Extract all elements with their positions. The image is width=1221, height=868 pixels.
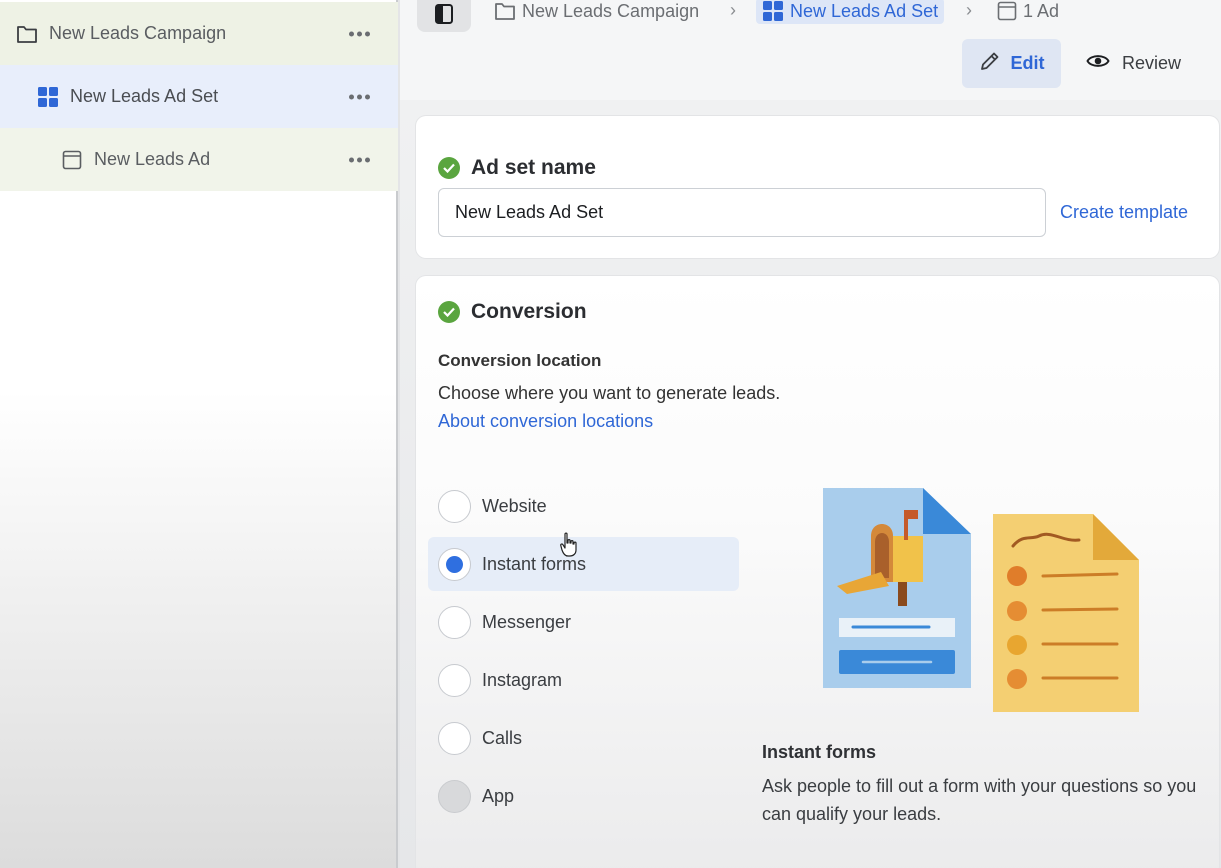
option-info-title: Instant forms xyxy=(762,742,877,762)
radio-button[interactable] xyxy=(438,779,471,813)
ad-icon xyxy=(61,149,83,171)
sidebar-item-ad[interactable]: New Leads Ad xyxy=(0,128,398,191)
edit-label: Edit xyxy=(1010,53,1045,73)
more-options-icon[interactable] xyxy=(349,94,370,99)
chevron-right-icon: › xyxy=(966,0,972,20)
more-options-icon[interactable] xyxy=(349,31,370,36)
edit-button[interactable]: Edit xyxy=(962,39,1061,88)
breadcrumb-adset[interactable]: New Leads Ad Set xyxy=(756,0,945,24)
radio-button[interactable] xyxy=(438,721,471,755)
sidebar-item-adset[interactable]: New Leads Ad Set xyxy=(0,65,398,128)
about-conversion-locations-link[interactable]: About conversion locations xyxy=(438,411,653,432)
sidebar-item-label: New Leads Ad Set xyxy=(70,86,219,106)
radio-button[interactable] xyxy=(438,547,471,581)
more-options-icon[interactable] xyxy=(349,157,370,162)
card-title: Conversion xyxy=(438,300,587,324)
folder-icon xyxy=(16,23,38,45)
panel-toggle-button[interactable] xyxy=(417,0,471,32)
breadcrumb-label: New Leads Ad Set xyxy=(790,0,939,21)
radio-button[interactable] xyxy=(438,663,471,697)
breadcrumb-campaign[interactable]: New Leads Campaign xyxy=(494,0,699,22)
chevron-right-icon: › xyxy=(730,0,736,20)
pencil-icon xyxy=(979,50,1001,77)
radio-option-messenger[interactable]: Messenger xyxy=(428,595,739,649)
option-info-description: Ask people to fill out a form with your … xyxy=(762,776,1197,824)
breadcrumb-label: 1 Ad xyxy=(1023,0,1060,21)
sidebar: New Leads Campaign New Leads Ad Set New … xyxy=(0,0,398,868)
main-content: Ad set name Create template Conversion C… xyxy=(400,100,1221,868)
grid-icon xyxy=(37,86,59,108)
radio-option-instant-forms[interactable]: Instant forms xyxy=(428,537,739,591)
review-label: Review xyxy=(1122,53,1182,73)
sidebar-item-label: New Leads Ad xyxy=(94,149,211,169)
hand-cursor-icon xyxy=(560,532,578,563)
conversion-card: Conversion Conversion location Choose wh… xyxy=(416,276,1219,868)
radio-option-instagram[interactable]: Instagram xyxy=(428,653,739,707)
ad-icon xyxy=(997,1,1017,21)
review-button[interactable]: Review xyxy=(1086,39,1181,88)
panel-icon xyxy=(434,3,454,29)
adset-name-input[interactable] xyxy=(438,188,1046,237)
instant-forms-illustration xyxy=(819,486,1149,716)
check-circle-icon xyxy=(438,157,460,179)
top-bar: New Leads Campaign › New Leads Ad Set › … xyxy=(400,0,1221,100)
breadcrumb-label: New Leads Campaign xyxy=(522,0,700,21)
radio-option-app[interactable]: App xyxy=(428,769,739,823)
conversion-location-heading: Conversion location xyxy=(438,351,602,370)
sidebar-item-label: New Leads Campaign xyxy=(49,23,227,43)
check-circle-icon xyxy=(438,301,460,323)
create-template-link[interactable]: Create template xyxy=(1060,202,1188,223)
radio-button[interactable] xyxy=(438,489,471,523)
card-title: Ad set name xyxy=(438,156,596,180)
conversion-description: Choose where you want to generate leads. xyxy=(438,383,781,403)
breadcrumb-ad[interactable]: 1 Ad xyxy=(997,0,1059,22)
radio-button[interactable] xyxy=(438,605,471,639)
eye-icon xyxy=(1086,52,1110,75)
adset-name-card: Ad set name Create template xyxy=(416,116,1219,258)
radio-option-website[interactable]: Website xyxy=(428,479,739,533)
folder-icon xyxy=(494,1,516,21)
grid-icon xyxy=(762,0,784,22)
sidebar-item-campaign[interactable]: New Leads Campaign xyxy=(0,2,398,65)
radio-option-calls[interactable]: Calls xyxy=(428,711,739,765)
